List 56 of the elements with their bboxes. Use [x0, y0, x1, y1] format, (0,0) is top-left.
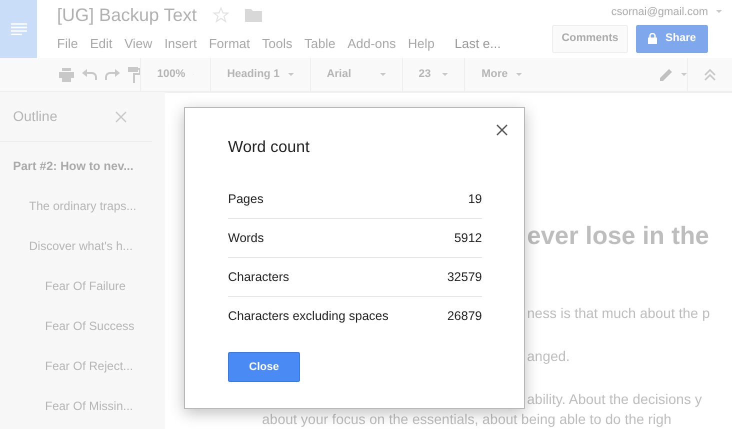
- lock-icon: [648, 33, 658, 44]
- collapse-icon[interactable]: [704, 68, 716, 80]
- paragraph-text: anged.: [527, 348, 571, 364]
- account-email[interactable]: csornai@gmail.com: [611, 4, 708, 20]
- document-heading: ever lose in the: [527, 221, 710, 251]
- menu-item[interactable]: Table: [304, 34, 336, 54]
- menu-icon: [10, 23, 26, 35]
- outline-item[interactable]: Part #2: How to nev...: [0, 146, 165, 186]
- stat-label: Characters: [228, 268, 290, 286]
- stat-value: 26879: [447, 308, 482, 326]
- close-button[interactable]: Close: [228, 352, 300, 382]
- menu-item[interactable]: File: [57, 34, 78, 54]
- stat-label: Pages: [228, 190, 264, 208]
- last-edit-link[interactable]: Last e...: [454, 34, 501, 54]
- outline-item[interactable]: Fear Of Missin...: [0, 386, 165, 426]
- outline-item[interactable]: Fear Of Reject...: [0, 346, 165, 386]
- menu-button[interactable]: [0, 0, 37, 58]
- stat-label: Words: [228, 230, 264, 247]
- document-title[interactable]: [UG] Backup Text: [57, 4, 197, 26]
- paragraph-text: ability. About the decisions y: [527, 391, 703, 407]
- font-dropdown[interactable]: Arial: [310, 58, 402, 92]
- menu-item[interactable]: Edit: [90, 34, 112, 54]
- outline-item[interactable]: Fear Of Success: [0, 306, 165, 346]
- share-button[interactable]: Share: [636, 24, 708, 52]
- menu-item[interactable]: View: [124, 34, 152, 54]
- menu-item[interactable]: Help: [408, 34, 435, 54]
- undo-icon[interactable]: [82, 69, 97, 80]
- redo-icon[interactable]: [105, 69, 120, 80]
- paint-roller-icon[interactable]: [128, 66, 140, 82]
- star-icon[interactable]: [212, 7, 229, 23]
- comments-button[interactable]: Comments: [552, 24, 628, 52]
- stat-value: 19: [468, 190, 482, 208]
- paragraph-text: ness is that much about the p: [527, 305, 711, 321]
- close-dialog-button[interactable]: [496, 124, 508, 136]
- outline-item[interactable]: Discover what's h...: [0, 226, 165, 266]
- stat-value: 5912: [454, 230, 482, 247]
- paragraph-text: about your focus on the essentials, about being able to do the righ: [262, 411, 672, 427]
- print-icon[interactable]: [59, 68, 74, 82]
- outline-item[interactable]: Fear Of Failure: [0, 266, 165, 306]
- style-dropdown[interactable]: Heading 1: [210, 58, 310, 92]
- menu-item[interactable]: Tools: [262, 34, 292, 54]
- dialog-title: Word count: [228, 138, 311, 158]
- outline-item[interactable]: The ordinary traps...: [0, 186, 165, 226]
- close-icon: [115, 110, 127, 122]
- menu-item[interactable]: Format: [208, 34, 250, 54]
- menu-item[interactable]: Insert: [164, 34, 197, 54]
- more-menu[interactable]: More: [464, 58, 652, 92]
- outline-heading: Outline: [13, 107, 58, 126]
- stat-label: Characters excluding spaces: [228, 308, 388, 326]
- folder-icon[interactable]: [244, 8, 262, 22]
- close-outline-button[interactable]: [115, 110, 127, 122]
- stat-value: 32579: [447, 268, 482, 286]
- menu-item[interactable]: Add-ons: [347, 34, 396, 54]
- pencil-icon[interactable]: [660, 68, 674, 81]
- font-size-dropdown[interactable]: 23: [402, 58, 464, 92]
- close-icon: [496, 124, 508, 136]
